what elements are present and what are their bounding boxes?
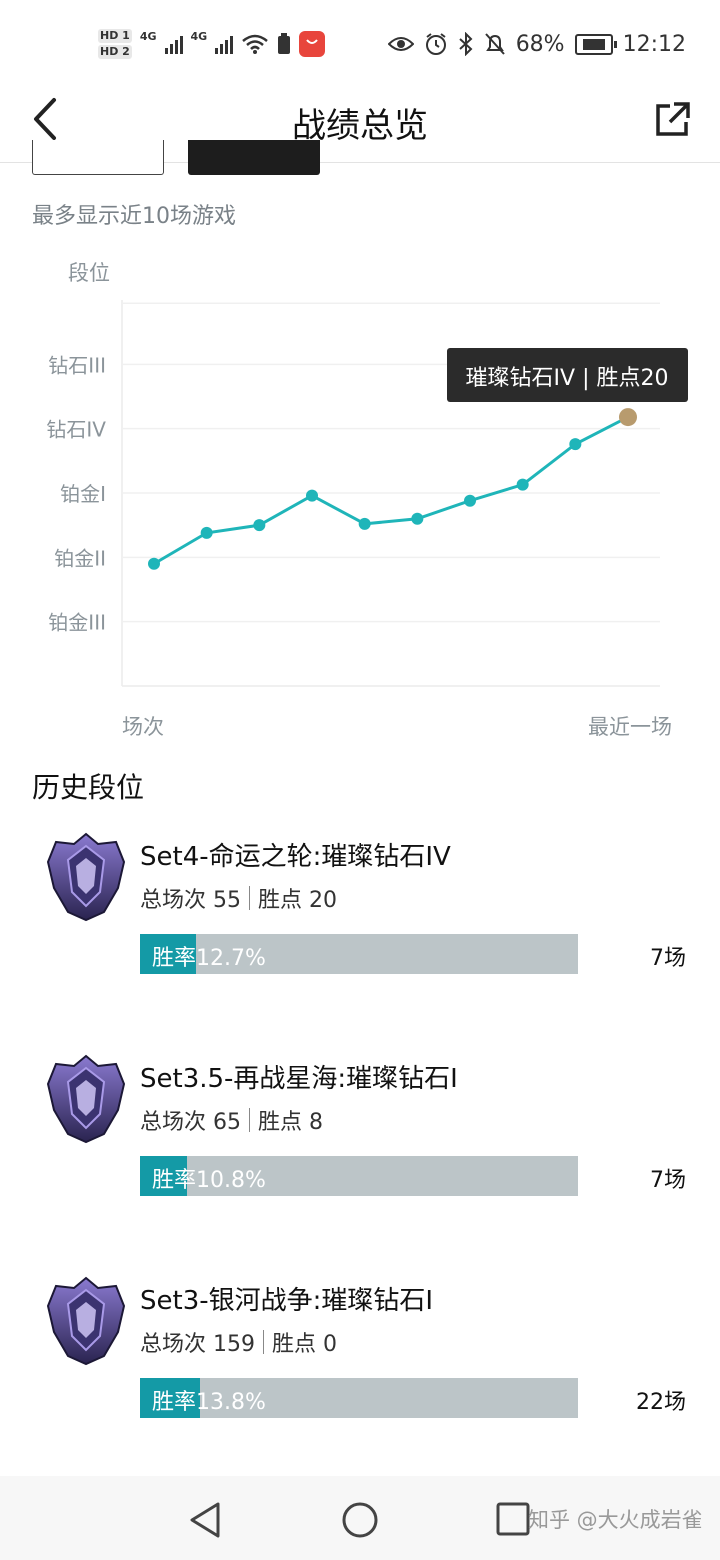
network-type-1: 4G xyxy=(139,29,157,43)
y-tick-label: 钻石III xyxy=(48,353,106,377)
x-axis-start-label: 场次 xyxy=(122,715,164,739)
hd2-indicator: HD 2 xyxy=(98,45,132,59)
season-games: 总场次 65 xyxy=(140,1110,241,1135)
winrate-label: 胜率13.8% xyxy=(152,1390,266,1415)
season-row[interactable]: Set3-银河战争:璀璨钻石I 总场次 159 胜点 0 胜率13.8% 22场 xyxy=(0,1276,720,1436)
status-bar: HD 1 HD 2 4G 4G 68% 12:12 xyxy=(0,0,720,88)
season-games: 总场次 55 xyxy=(140,888,241,913)
data-point[interactable] xyxy=(516,478,529,491)
rank-line-chart: 段位 钻石III 钻石IV 铂金I 铂金II 铂金III 璀璨钻石IV | 胜点20 场… xyxy=(46,261,688,739)
history-section-title: 历史段位 xyxy=(32,771,145,804)
winrate-label: 胜率10.8% xyxy=(152,1168,266,1193)
season-game-count: 22场 xyxy=(636,1390,686,1415)
data-point[interactable] xyxy=(253,519,266,532)
season-game-count: 7场 xyxy=(650,1168,686,1193)
system-nav-bar: 知乎 @大火成岩雀 xyxy=(0,1476,720,1560)
eye-icon xyxy=(387,37,414,51)
bluetooth-icon xyxy=(459,32,473,56)
hd1-indicator: HD 1 xyxy=(98,29,132,43)
status-left: HD 1 HD 2 4G 4G xyxy=(98,22,326,66)
season-stats: 总场次 55 胜点 20 xyxy=(140,882,337,914)
y-tick-label: 铂金II xyxy=(54,546,106,570)
stats-divider xyxy=(263,1330,264,1354)
data-point-latest[interactable] xyxy=(619,408,637,427)
stats-divider xyxy=(249,1108,250,1132)
data-point[interactable] xyxy=(464,494,476,507)
data-point[interactable] xyxy=(358,517,371,530)
y-axis-title: 段位 xyxy=(68,261,110,285)
battery-small-icon xyxy=(278,33,291,54)
tooltip-text: 璀璨钻石IV | 胜点20 xyxy=(466,366,669,391)
y-tick-label: 铂金III xyxy=(48,611,106,635)
diamond-rank-badge-icon xyxy=(46,832,126,922)
season-stats: 总场次 65 胜点 8 xyxy=(140,1104,323,1136)
winrate-label: 胜率12.7% xyxy=(152,946,266,971)
y-tick-label: 铂金I xyxy=(60,482,106,506)
status-right: 68% 12:12 xyxy=(387,26,686,62)
winrate-bar: 胜率10.8% xyxy=(140,1156,578,1196)
winrate-bar: 胜率13.8% xyxy=(140,1378,578,1418)
season-name: Set3-银河战争:璀璨钻石I xyxy=(140,1286,434,1316)
share-external-icon[interactable] xyxy=(648,96,696,144)
season-points: 胜点 0 xyxy=(272,1332,337,1357)
data-point[interactable] xyxy=(569,438,582,451)
back-triangle-icon[interactable] xyxy=(186,1500,226,1540)
x-axis-end-label: 最近一场 xyxy=(588,715,672,739)
season-row[interactable]: Set3.5-再战星海:璀璨钻石I 总场次 65 胜点 8 胜率10.8% 7场 xyxy=(0,1054,720,1214)
battery-percent: 68% xyxy=(515,31,565,57)
signal-icon xyxy=(164,34,183,54)
app-store-icon xyxy=(299,31,326,57)
filter-button-inactive[interactable] xyxy=(32,140,164,175)
diamond-rank-badge-icon xyxy=(46,1054,126,1144)
wifi-icon xyxy=(242,34,269,54)
signal-icon-2 xyxy=(215,34,234,54)
watermark: 知乎 @大火成岩雀 xyxy=(528,1508,703,1532)
winrate-bar: 胜率12.7% xyxy=(140,934,578,974)
season-row[interactable]: Set4-命运之轮:璀璨钻石IV 总场次 55 胜点 20 胜率12.7% 7场 xyxy=(0,832,720,992)
games-limit-hint: 最多显示近10场游戏 xyxy=(32,204,236,229)
season-name: Set3.5-再战星海:璀璨钻石I xyxy=(140,1064,458,1094)
season-points: 胜点 8 xyxy=(258,1110,323,1135)
data-point[interactable] xyxy=(306,489,318,502)
filter-button-active[interactable] xyxy=(188,140,320,175)
data-point[interactable] xyxy=(200,526,213,539)
season-name: Set4-命运之轮:璀璨钻石IV xyxy=(140,842,451,872)
series-line xyxy=(153,415,629,566)
network-type-2: 4G xyxy=(190,29,208,43)
stats-divider xyxy=(249,886,250,910)
season-games: 总场次 159 xyxy=(140,1332,255,1357)
clock: 12:12 xyxy=(622,31,686,57)
battery-icon xyxy=(574,33,617,55)
mute-bell-icon xyxy=(484,33,505,55)
alarm-icon xyxy=(425,33,446,55)
diamond-rank-badge-icon xyxy=(46,1276,126,1366)
data-point[interactable] xyxy=(148,557,160,570)
data-point[interactable] xyxy=(411,512,424,525)
home-circle-icon[interactable] xyxy=(340,1500,380,1540)
season-stats: 总场次 159 胜点 0 xyxy=(140,1326,337,1358)
season-game-count: 7场 xyxy=(650,946,686,971)
y-tick-label: 钻石IV xyxy=(46,418,106,442)
season-points: 胜点 20 xyxy=(258,888,337,913)
